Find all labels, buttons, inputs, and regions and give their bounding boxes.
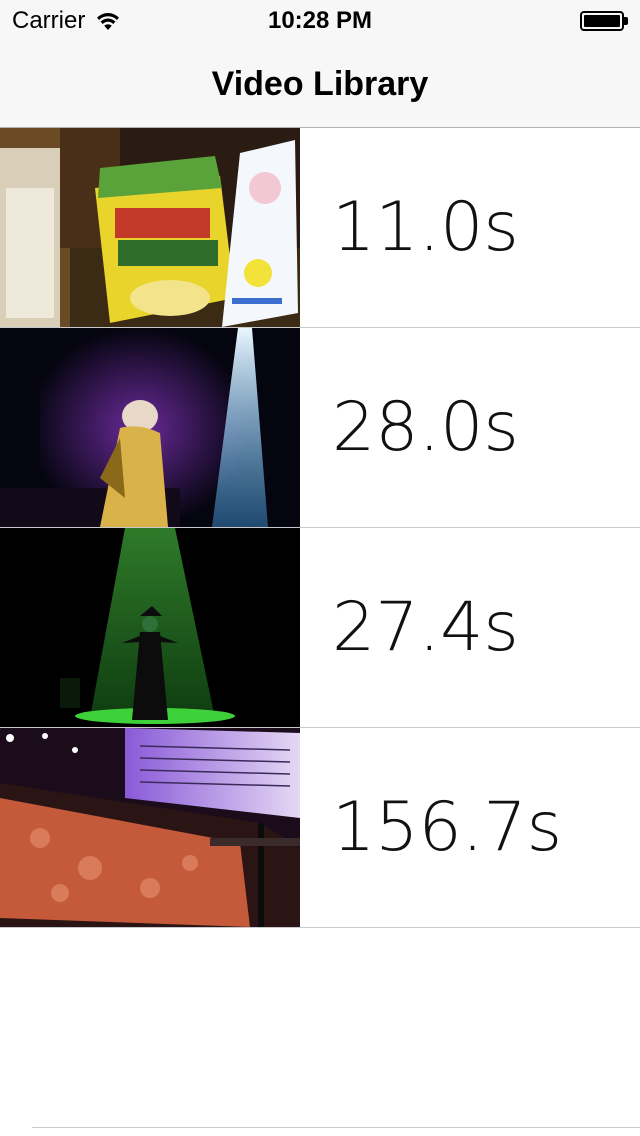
- video-library-screen: Carrier 10:28 PM Video Library 11.0s 28.…: [0, 0, 640, 1136]
- page-title: Video Library: [211, 65, 429, 103]
- video-row[interactable]: 11.0s: [0, 128, 640, 328]
- video-duration: 11.0s: [332, 188, 519, 267]
- navigation-bar: Video Library: [0, 40, 640, 128]
- video-duration: 27.4s: [332, 588, 519, 667]
- video-duration: 156.7s: [332, 788, 563, 867]
- status-bar: Carrier 10:28 PM: [0, 0, 640, 40]
- video-row[interactable]: 28.0s: [0, 328, 640, 528]
- video-thumbnail: [0, 128, 300, 327]
- status-time: 10:28 PM: [267, 7, 373, 34]
- video-row[interactable]: 156.7s: [0, 728, 640, 928]
- video-duration: 28.0s: [332, 388, 519, 467]
- video-list: 11.0s 28.0s 27.4s 156.7s: [0, 128, 640, 928]
- video-thumbnail: [0, 728, 300, 927]
- video-thumbnail: [0, 328, 300, 527]
- empty-cell-separator: [32, 1127, 640, 1128]
- video-row[interactable]: 27.4s: [0, 528, 640, 728]
- battery-icon: [580, 11, 628, 31]
- video-thumbnail: [0, 528, 300, 727]
